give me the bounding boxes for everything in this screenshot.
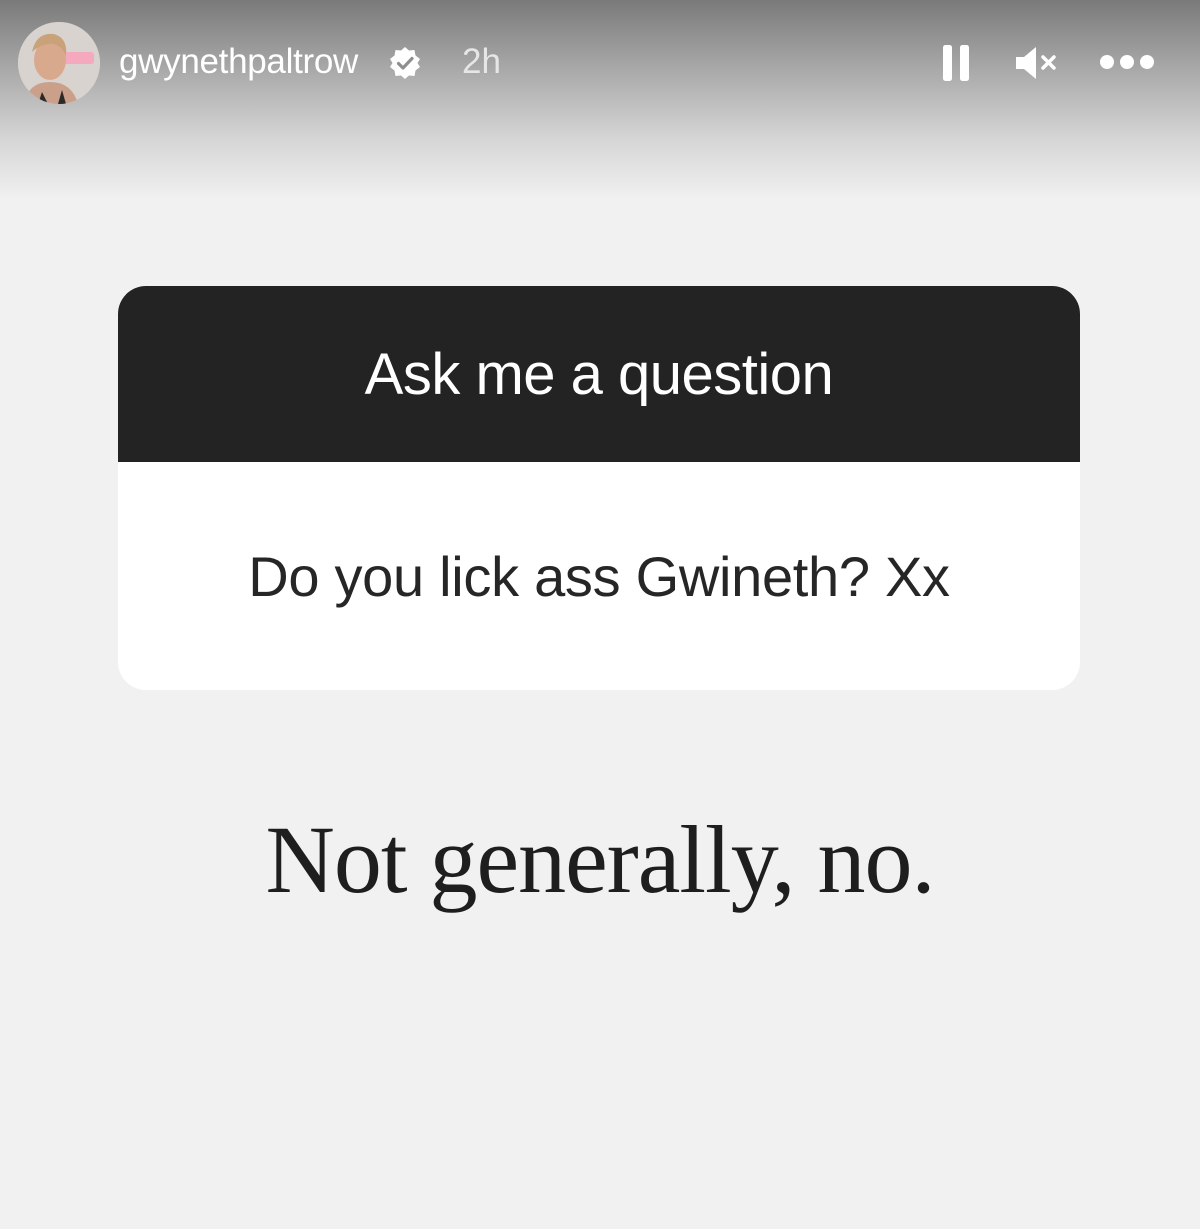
mute-icon[interactable] xyxy=(1014,44,1060,82)
question-prompt: Ask me a question xyxy=(364,341,834,407)
story-header: gwynethpaltrow 2h xyxy=(0,0,1200,125)
question-text: Do you lick ass Gwineth? Xx xyxy=(248,544,950,608)
username[interactable]: gwynethpaltrow xyxy=(119,40,358,84)
more-options-icon[interactable] xyxy=(1098,50,1156,74)
avatar-photo xyxy=(18,22,100,104)
question-sticker[interactable]: Ask me a question Do you lick ass Gwinet… xyxy=(118,286,1080,690)
verified-badge-icon xyxy=(390,47,420,79)
question-sticker-header: Ask me a question xyxy=(118,286,1080,462)
answer-text: Not generally, no. xyxy=(265,806,936,913)
avatar[interactable] xyxy=(18,22,100,104)
question-sticker-body: Do you lick ass Gwineth? Xx xyxy=(118,462,1080,690)
post-time: 2h xyxy=(462,42,501,81)
pause-icon[interactable] xyxy=(940,43,972,83)
